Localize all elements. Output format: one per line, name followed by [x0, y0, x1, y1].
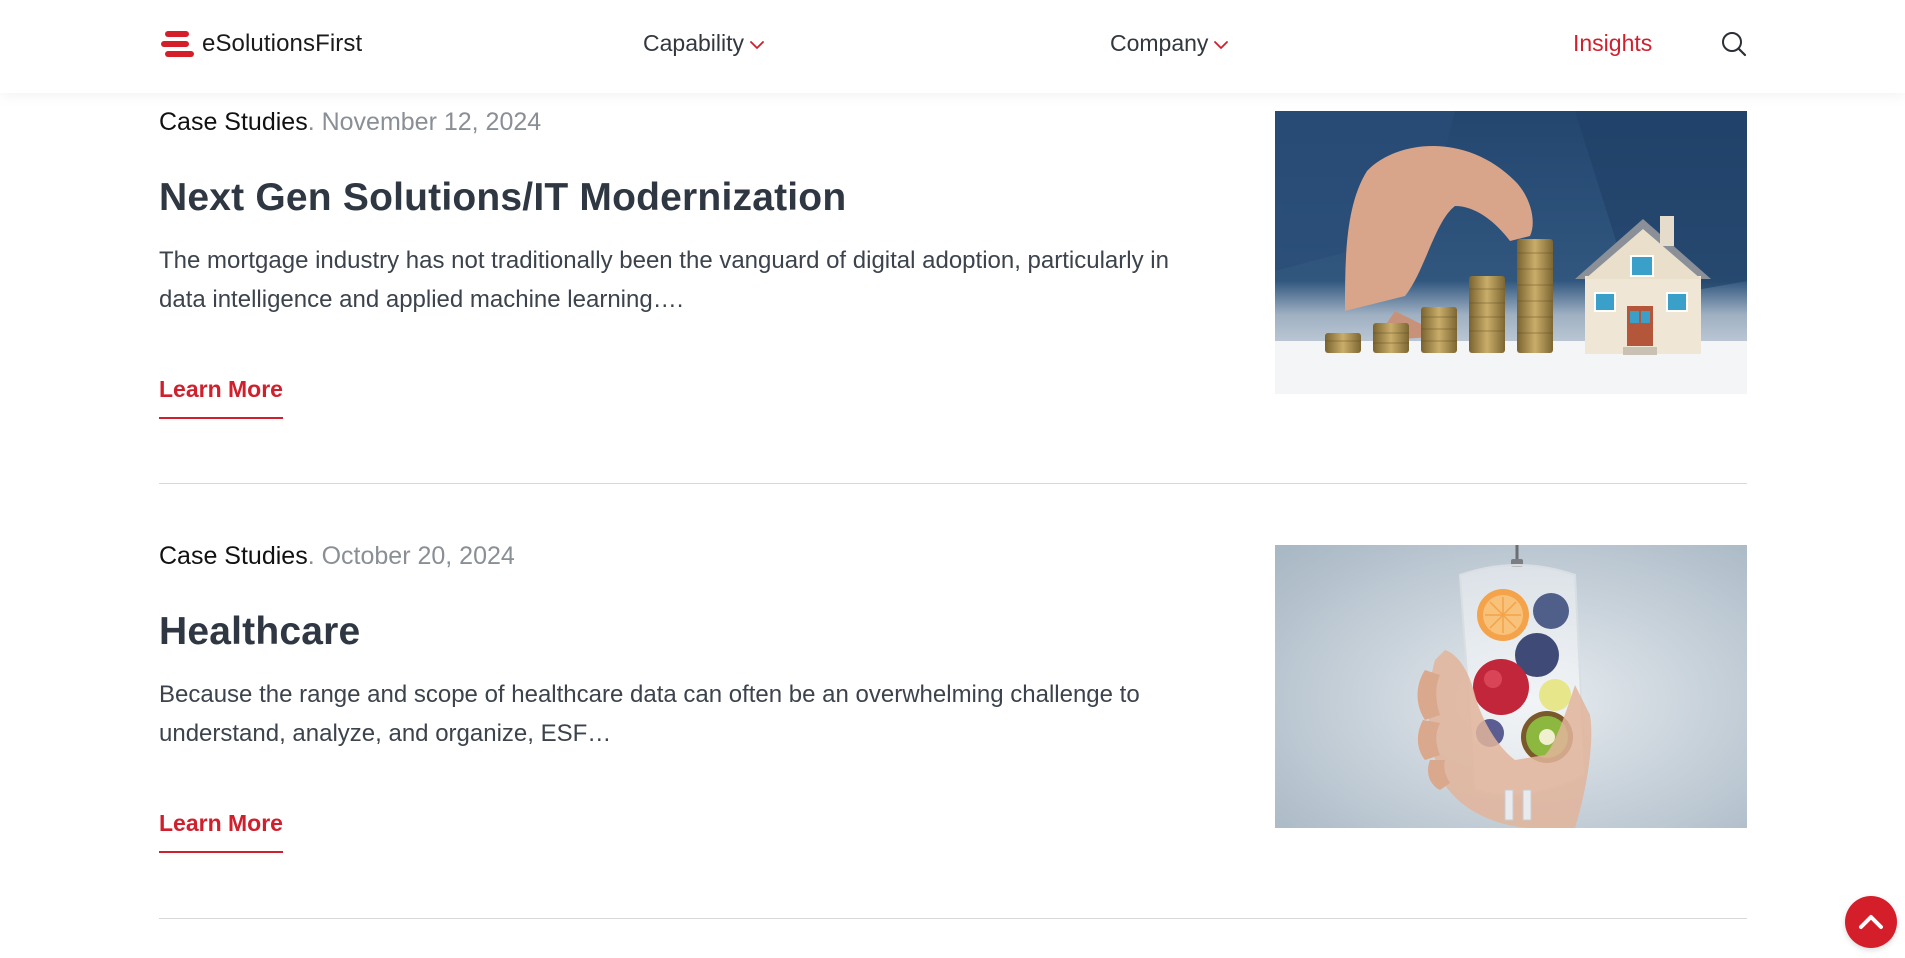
chevron-down-icon: [1214, 41, 1229, 49]
article-date: . October 20, 2024: [307, 542, 515, 570]
article-excerpt: Because the range and scope of healthcar…: [159, 681, 1140, 747]
article-thumbnail-coins-house[interactable]: [1275, 111, 1747, 394]
nav-company[interactable]: Company: [1110, 30, 1230, 57]
search-icon[interactable]: [1720, 30, 1748, 58]
coins-house-image: [1275, 111, 1747, 394]
chevron-up-icon: [1859, 915, 1883, 929]
article-meta: Case Studies. November 12, 2024: [159, 108, 541, 137]
nav-capability-label: Capability: [643, 30, 744, 56]
nav-capability[interactable]: Capability: [643, 30, 766, 57]
nav-company-label: Company: [1110, 30, 1209, 56]
article-title[interactable]: Healthcare: [159, 610, 360, 654]
article-date: . November 12, 2024: [307, 108, 542, 136]
article-excerpt: The mortgage industry has not traditiona…: [159, 247, 1169, 313]
learn-more-link[interactable]: Learn More: [159, 376, 283, 419]
article-card: Case Studies. October 20, 2024 Healthcar…: [159, 484, 1747, 919]
article-category[interactable]: Case Studies: [159, 108, 308, 136]
learn-more-link[interactable]: Learn More: [159, 810, 283, 853]
logo-icon: [161, 31, 194, 57]
logo-text: eSolutionsFirst: [202, 30, 363, 57]
article-category[interactable]: Case Studies: [159, 542, 308, 570]
site-logo[interactable]: eSolutionsFirst: [161, 28, 362, 60]
article-card: Case Studies. November 12, 2024 Next Gen…: [159, 93, 1747, 484]
article-meta: Case Studies. October 20, 2024: [159, 542, 515, 571]
chevron-down-icon: [750, 41, 764, 49]
back-to-top-button[interactable]: [1845, 896, 1897, 948]
nav-insights-label: Insights: [1573, 30, 1653, 56]
nav-insights[interactable]: Insights: [1573, 30, 1652, 57]
article-thumbnail-fruit-iv-bag[interactable]: [1275, 545, 1747, 828]
fruit-iv-bag-image: [1275, 545, 1747, 828]
article-divider: [159, 918, 1747, 919]
article-title[interactable]: Next Gen Solutions/IT Modernization: [159, 176, 846, 220]
site-header: eSolutionsFirst Capability Company Insig…: [0, 0, 1905, 93]
